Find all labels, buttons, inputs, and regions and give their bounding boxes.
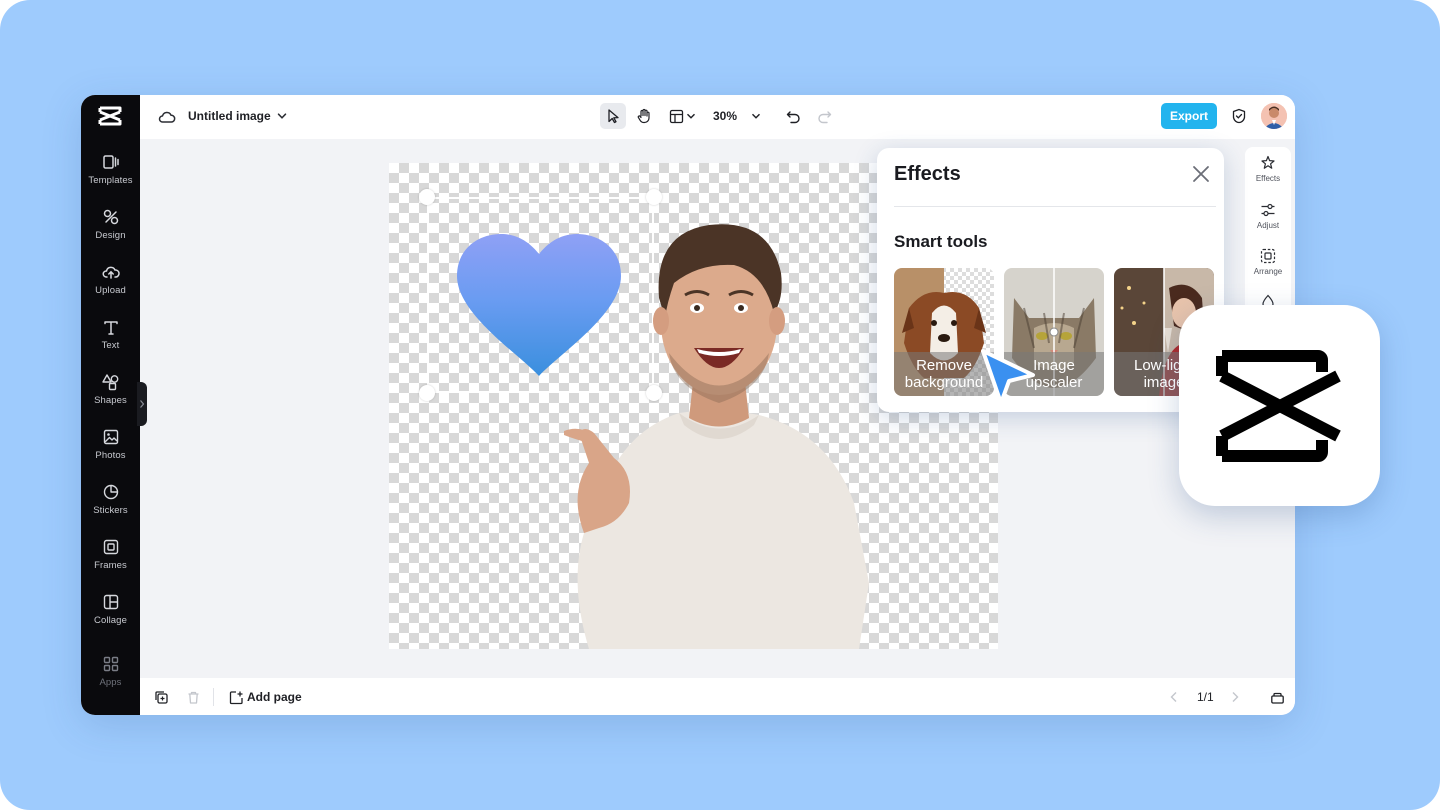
- document-title[interactable]: Untitled image: [188, 109, 271, 123]
- sidebar-item-design[interactable]: Design: [81, 208, 140, 258]
- photos-icon: [103, 429, 118, 445]
- shapes-icon: [101, 374, 118, 391]
- layout-icon: [669, 109, 683, 123]
- chevron-right-icon: [1232, 692, 1239, 702]
- sidebar-item-label: Stickers: [93, 505, 128, 516]
- select-tool-button[interactable]: [600, 103, 626, 129]
- add-page-icon-button[interactable]: [226, 684, 246, 710]
- tool-effects[interactable]: Effects: [1245, 155, 1291, 183]
- tool-adjust[interactable]: Adjust: [1245, 202, 1291, 230]
- arrange-icon: [1260, 248, 1276, 264]
- page-indicator: 1/1: [1197, 690, 1214, 704]
- tool-label: Effects: [1255, 174, 1281, 183]
- page-manager-button[interactable]: [1266, 684, 1288, 710]
- sidebar-collapse-handle[interactable]: [137, 382, 147, 426]
- layers-icon: [1270, 692, 1284, 704]
- effects-panel: Effects Smart tools Remove background Im…: [877, 148, 1224, 412]
- tool-arrange[interactable]: Arrange: [1245, 248, 1291, 276]
- sidebar-item-label: Design: [95, 230, 126, 241]
- sidebar-item-templates[interactable]: Templates: [81, 153, 140, 203]
- chevron-left-icon: [1170, 692, 1177, 702]
- upload-icon: [102, 266, 120, 279]
- effects-icon: [1261, 155, 1275, 169]
- duplicate-page-button[interactable]: [150, 684, 172, 710]
- shield-icon: [1232, 108, 1246, 124]
- zoom-dropdown-button[interactable]: [747, 103, 765, 129]
- chevron-right-icon: [140, 400, 145, 408]
- sidebar-item-collage[interactable]: Collage: [81, 593, 140, 643]
- undo-icon: [786, 110, 800, 123]
- sidebar-item-shapes[interactable]: Shapes: [81, 373, 140, 423]
- add-page-icon: [229, 690, 243, 704]
- capcut-logo-icon: [1215, 349, 1341, 462]
- mouse-pointer-icon: [981, 349, 1035, 405]
- panel-title: Effects: [894, 163, 961, 185]
- hand-icon: [637, 108, 650, 124]
- capcut-app-badge: [1179, 305, 1380, 506]
- top-bar: Untitled image 30% Export: [140, 95, 1295, 139]
- frames-icon: [103, 539, 118, 555]
- redo-button[interactable]: [813, 103, 835, 129]
- tool-label: Adjust: [1256, 221, 1280, 230]
- pointer-icon: [608, 109, 619, 124]
- resize-handle[interactable]: [419, 385, 435, 401]
- promo-background: Templates Design Upload Text Shapes Phot…: [0, 0, 1440, 810]
- zoom-level[interactable]: 30%: [713, 109, 737, 123]
- add-page-button[interactable]: Add page: [247, 690, 302, 704]
- capcut-logo-icon[interactable]: [97, 105, 123, 127]
- left-sidebar: Templates Design Upload Text Shapes Phot…: [81, 95, 140, 715]
- templates-icon: [102, 155, 119, 169]
- sidebar-item-label: Frames: [94, 560, 127, 571]
- avatar[interactable]: [1261, 103, 1287, 129]
- sidebar-item-stickers[interactable]: Stickers: [81, 483, 140, 533]
- layout-dropdown-button[interactable]: [664, 103, 700, 129]
- next-page-button[interactable]: [1225, 684, 1245, 710]
- sidebar-item-label: Upload: [95, 285, 126, 296]
- right-toolbar: Effects Adjust Arrange: [1245, 147, 1291, 317]
- sidebar-item-text[interactable]: Text: [81, 318, 140, 368]
- sidebar-item-frames[interactable]: Frames: [81, 538, 140, 588]
- trash-icon: [188, 691, 198, 704]
- sidebar-item-photos[interactable]: Photos: [81, 428, 140, 478]
- resize-handle[interactable]: [419, 189, 435, 205]
- chevron-down-icon: [686, 113, 695, 119]
- adjust-icon: [1261, 203, 1275, 217]
- sidebar-item-label: Apps: [99, 677, 122, 688]
- design-icon: [103, 209, 118, 225]
- redo-icon: [817, 110, 831, 123]
- prev-page-button[interactable]: [1164, 684, 1184, 710]
- sidebar-item-label: Templates: [88, 175, 133, 186]
- editor-window: Templates Design Upload Text Shapes Phot…: [81, 95, 1295, 715]
- shield-button[interactable]: [1228, 103, 1250, 129]
- close-icon[interactable]: [1190, 163, 1212, 185]
- text-icon: [103, 321, 118, 335]
- sidebar-item-label: Text: [101, 340, 120, 351]
- export-button[interactable]: Export: [1161, 103, 1217, 129]
- hand-tool-button[interactable]: [631, 103, 657, 129]
- undo-button[interactable]: [782, 103, 804, 129]
- person-cutout-image[interactable]: [559, 203, 889, 649]
- collage-icon: [103, 594, 118, 610]
- section-title: Smart tools: [894, 232, 988, 251]
- chevron-down-icon: [751, 113, 761, 119]
- panel-divider: [894, 206, 1216, 207]
- sidebar-item-label: Collage: [94, 615, 127, 626]
- tool-label: Arrange: [1253, 267, 1283, 276]
- sidebar-item-label: Shapes: [94, 395, 127, 406]
- bottom-bar: Add page 1/1: [140, 678, 1295, 715]
- sidebar-item-upload[interactable]: Upload: [81, 263, 140, 313]
- bottom-divider: [213, 688, 214, 706]
- sidebar-item-apps[interactable]: Apps: [81, 655, 140, 705]
- user-avatar-icon: [1261, 103, 1287, 129]
- apps-icon: [103, 656, 118, 672]
- cloud-save-icon[interactable]: [158, 108, 176, 126]
- chevron-down-icon[interactable]: [277, 111, 287, 121]
- duplicate-icon: [154, 690, 168, 704]
- sidebar-item-label: Photos: [95, 450, 126, 461]
- stickers-icon: [103, 484, 118, 500]
- delete-page-button[interactable]: [182, 684, 204, 710]
